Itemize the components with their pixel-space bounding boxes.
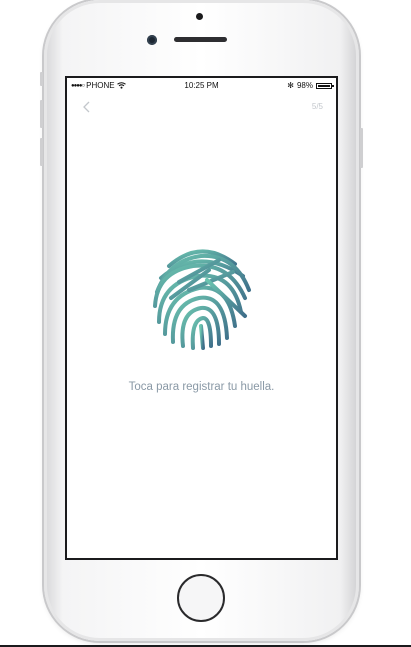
fingerprint-icon [153,249,251,350]
proximity-sensor [196,13,203,20]
battery-icon [316,82,334,89]
power-button [360,128,363,168]
screen: ●●●●○ PHONE 10:25 PM ✻ 98% 5/5 Toca para… [65,76,338,560]
volume-up-button [40,100,43,128]
volume-down-button [40,138,43,166]
status-right: ✻ 98% [287,81,334,90]
chevron-left-icon [83,101,90,113]
fingerprint-button[interactable] [149,242,256,354]
phone-frame: ●●●●○ PHONE 10:25 PM ✻ 98% 5/5 Toca para… [40,0,363,641]
back-button[interactable] [81,100,93,114]
bluetooth-icon: ✻ [287,81,294,90]
status-bar: ●●●●○ PHONE 10:25 PM ✻ 98% [67,78,336,92]
step-indicator: 5/5 [311,102,323,111]
battery-percent: 98% [296,81,313,90]
front-camera [147,35,157,45]
earpiece-speaker [174,37,227,42]
mute-switch [40,72,43,86]
battery-fill [318,84,330,87]
fingerprint-prompt: Toca para registrar tu huella. [128,381,275,393]
home-button[interactable] [177,574,225,622]
